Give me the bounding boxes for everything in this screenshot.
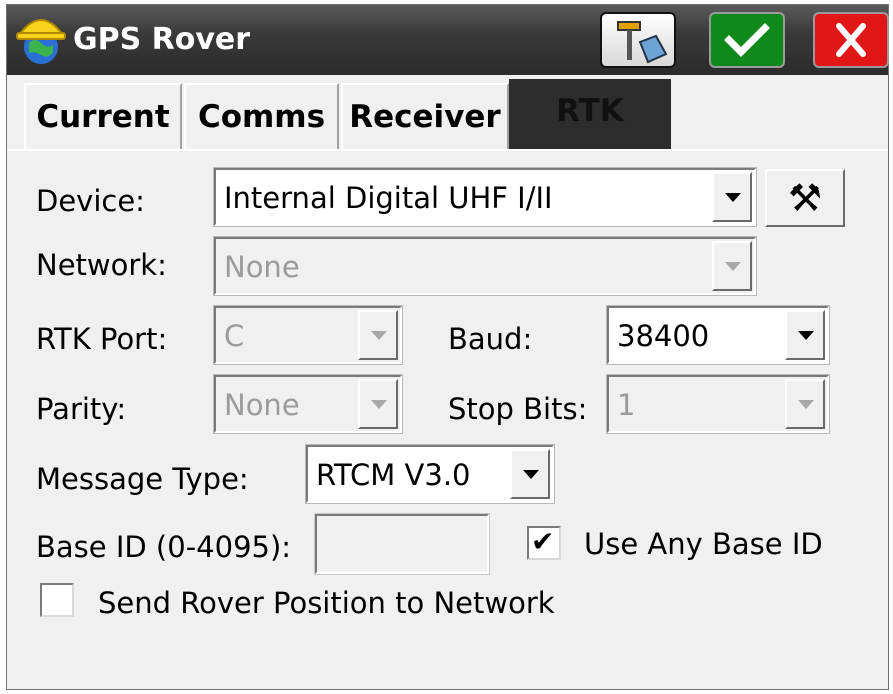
rtk-port-value: C (224, 319, 245, 353)
chevron-down-icon (725, 262, 741, 271)
network-dropdown-button[interactable] (712, 241, 752, 291)
message-type-select[interactable]: RTCM V3.0 (305, 444, 555, 504)
chevron-down-icon (798, 400, 814, 409)
checkmark-icon (724, 23, 770, 57)
chevron-down-icon (798, 331, 814, 340)
rtk-port-select[interactable]: C (213, 305, 403, 365)
network-select[interactable]: None (213, 236, 757, 296)
base-id-input[interactable] (314, 513, 490, 575)
chevron-down-icon (371, 331, 387, 340)
tab-strip: Current Comms Receiver RTK (7, 75, 888, 151)
device-select[interactable]: Internal Digital UHF I/II (213, 167, 757, 227)
hammer-wrench-icon: ⚒ (787, 176, 823, 220)
window-title: GPS Rover (73, 22, 251, 57)
baud-select[interactable]: 38400 (606, 305, 830, 365)
use-any-base-id-checkbox[interactable]: ✔ (527, 525, 561, 560)
send-rover-position-label: Send Rover Position to Network (98, 586, 555, 620)
close-icon (836, 23, 866, 57)
send-rover-position-checkbox[interactable] (40, 583, 74, 617)
tab-divider (7, 149, 888, 151)
tab-comms[interactable]: Comms (184, 83, 339, 151)
gps-receiver-button[interactable] (600, 12, 676, 68)
message-type-dropdown-button[interactable] (510, 449, 550, 499)
baud-dropdown-button[interactable] (785, 310, 825, 360)
hardhat-globe-icon (16, 19, 66, 64)
rtk-port-label: RTK Port: (36, 322, 168, 356)
device-dropdown-button[interactable] (712, 172, 752, 222)
device-label: Device: (36, 184, 145, 218)
device-settings-button[interactable]: ⚒ (765, 169, 845, 227)
device-value: Internal Digital UHF I/II (224, 181, 553, 215)
title-bar: GPS Rover (7, 5, 889, 75)
parity-dropdown-button[interactable] (358, 379, 398, 429)
message-type-value: RTCM V3.0 (316, 458, 471, 492)
cancel-button[interactable] (813, 12, 889, 68)
ok-button[interactable] (709, 12, 785, 68)
tab-rtk[interactable]: RTK (509, 79, 671, 151)
stop-bits-label: Stop Bits: (448, 392, 588, 426)
chevron-down-icon (371, 400, 387, 409)
parity-select[interactable]: None (213, 374, 403, 434)
stop-bits-value: 1 (617, 388, 636, 422)
use-any-base-id-label: Use Any Base ID (584, 527, 823, 561)
base-id-label: Base ID (0-4095): (36, 530, 292, 564)
parity-value: None (224, 388, 300, 422)
stop-bits-select[interactable]: 1 (606, 374, 830, 434)
gps-receiver-icon (617, 21, 668, 64)
chevron-down-icon (725, 193, 741, 202)
network-label: Network: (36, 248, 167, 282)
tab-current[interactable]: Current (24, 83, 182, 151)
baud-value: 38400 (617, 319, 710, 353)
chevron-down-icon (523, 470, 539, 479)
stop-bits-dropdown-button[interactable] (785, 379, 825, 429)
rtk-port-dropdown-button[interactable] (358, 310, 398, 360)
gps-rover-window: GPS Rover Current Comms Receiver RTK Dev… (6, 4, 889, 690)
checkmark-icon: ✔ (531, 525, 555, 558)
baud-label: Baud: (448, 322, 533, 356)
message-type-label: Message Type: (36, 462, 249, 496)
parity-label: Parity: (36, 392, 127, 426)
network-value: None (224, 250, 300, 284)
tab-receiver[interactable]: Receiver (341, 83, 509, 151)
